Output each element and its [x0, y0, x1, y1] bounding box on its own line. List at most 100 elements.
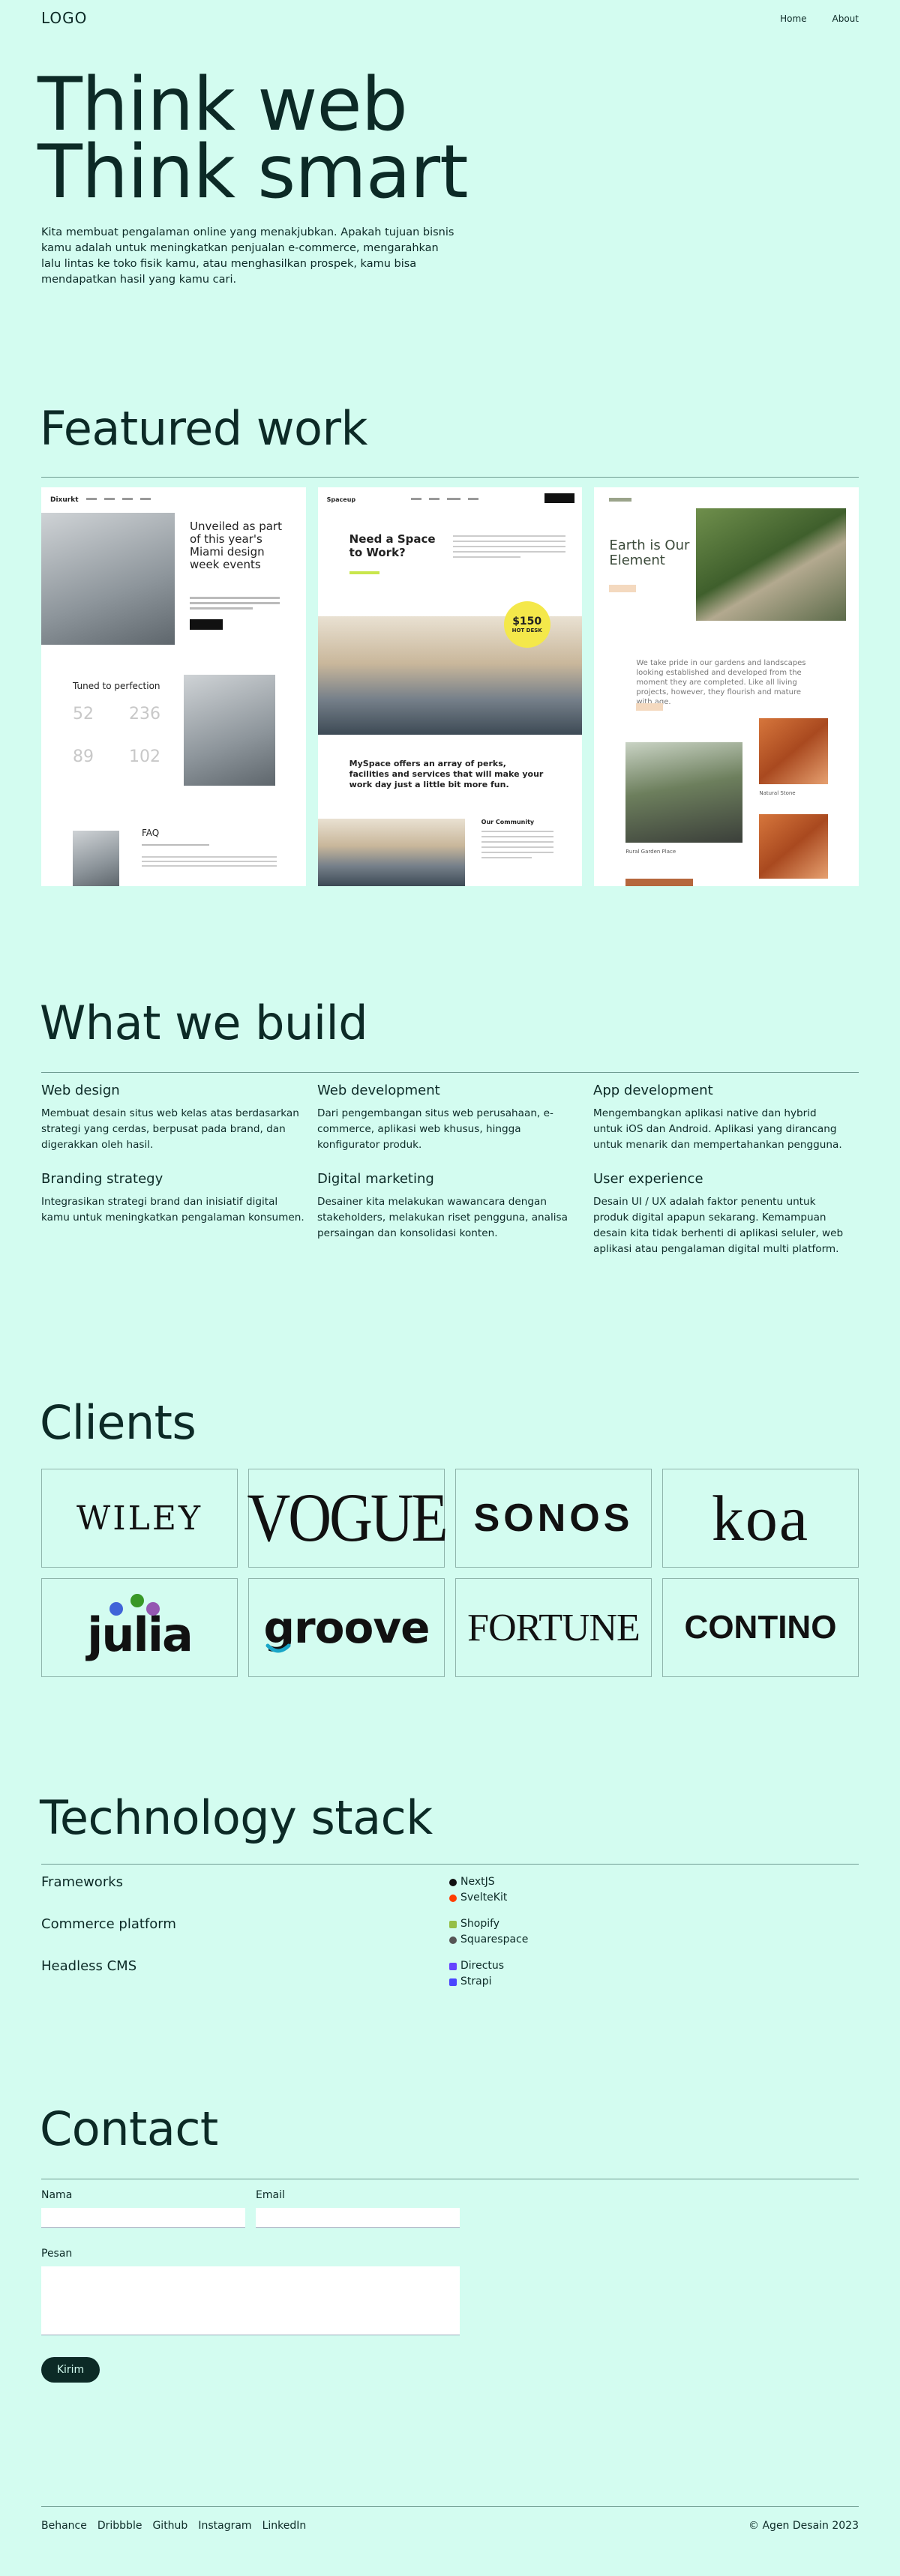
featured-title: Featured work: [40, 401, 368, 456]
tech-row-cms: Headless CMS Directus Strapi: [41, 1958, 859, 2000]
hero-title: Think web Think smart: [38, 68, 469, 209]
nav-home-link[interactable]: Home: [780, 13, 806, 24]
client-logo-koa: koa: [662, 1469, 859, 1568]
project3-intro: We take pride in our gardens and landsca…: [636, 659, 806, 706]
squarespace-icon: [449, 1936, 457, 1944]
project2-badge-price: $150: [512, 616, 542, 628]
service-title: Web design: [41, 1083, 120, 1098]
footer-link-instagram[interactable]: Instagram: [198, 2520, 251, 2532]
project1-cta-button[interactable]: [190, 619, 223, 630]
tech-divider: [41, 1864, 859, 1865]
message-field[interactable]: [41, 2266, 460, 2335]
footer-link-linkedin[interactable]: LinkedIn: [262, 2520, 307, 2532]
client-logo-text: CONTINO: [684, 1609, 837, 1646]
client-logo-text: koa: [711, 1482, 810, 1554]
tech-items: Directus Strapi: [449, 1958, 504, 2000]
project1-faq-lines: [142, 844, 277, 867]
build-divider: [41, 1072, 859, 1073]
tech-title: Technology stack: [40, 1790, 433, 1845]
service-description: Mengembangkan aplikasi native dan hybrid…: [593, 1107, 842, 1151]
project1-subheading: Tuned to perfection: [73, 681, 160, 691]
service-title: Branding strategy: [41, 1171, 164, 1187]
project1-brand: Dixurkt: [50, 496, 79, 504]
tech-category: Commerce platform: [41, 1916, 176, 1932]
project1-nav: [86, 498, 151, 500]
tech-item: Squarespace: [449, 1932, 528, 1948]
service-description: Desainer kita melakukan wawancara dengan…: [317, 1196, 568, 1239]
project1-tower-image: [184, 675, 275, 786]
client-logo-contino: CONTINO: [662, 1578, 859, 1677]
service-description: Integrasikan strategi brand dan inisiati…: [41, 1196, 304, 1224]
project2-community: Our Community: [481, 819, 535, 825]
project2-nav: [410, 498, 478, 500]
julia-dots-icon: [110, 1594, 160, 1616]
project2-book-button[interactable]: [544, 493, 574, 503]
tech-item-label: Directus: [460, 1960, 505, 1972]
service-branding-strategy: Branding strategy Integrasikan strategi …: [41, 1171, 317, 1257]
project1-heading: Unveiled as part of this year's Miami de…: [190, 520, 282, 571]
project-card-coworking[interactable]: Spaceup Need a Space to Work? $150 HOT D…: [317, 487, 583, 886]
service-description: Desain UI / UX adalah faktor penentu unt…: [593, 1196, 844, 1255]
contact-title: Contact: [40, 2101, 218, 2156]
project3-stone-image: [759, 718, 829, 784]
shopify-icon: [449, 1920, 457, 1928]
project3-caption2: Rural Garden Place: [626, 849, 676, 855]
client-logo-vogue: VOGUE: [248, 1469, 448, 1568]
project3-cta-button[interactable]: [609, 585, 637, 592]
main-nav: Home About: [780, 13, 859, 24]
services-grid: Web design Membuat desain situs web kela…: [41, 1083, 859, 1257]
footer-link-dribbble[interactable]: Dribbble: [98, 2520, 142, 2532]
nav-about-link[interactable]: About: [832, 13, 859, 24]
clients-title: Clients: [40, 1395, 196, 1450]
logo[interactable]: LOGO: [41, 9, 87, 27]
project1-faq-image: [73, 831, 119, 886]
footer-social-links: Behance Dribbble Github Instagram Linked…: [41, 2520, 306, 2532]
project-card-architecture[interactable]: Dixurkt Unveiled as part of this year's …: [41, 487, 306, 886]
tech-item-label: Strapi: [460, 1975, 492, 1987]
tech-item-label: NextJS: [460, 1876, 495, 1888]
tech-row-frameworks: Frameworks NextJS SvelteKit: [41, 1874, 859, 1916]
project1-stat: 89: [73, 747, 94, 766]
project2-offer: MySpace offers an array of perks, facili…: [349, 759, 544, 789]
tech-items: Shopify Squarespace: [449, 1916, 528, 1958]
project1-stat: 236: [129, 705, 160, 723]
hero-title-line2: Think smart: [38, 130, 469, 215]
tech-category: Headless CMS: [41, 1958, 137, 1974]
tech-item: Shopify: [449, 1916, 528, 1932]
groove-smile-icon: [266, 1643, 291, 1653]
footer-link-github[interactable]: Github: [152, 2520, 188, 2532]
client-logo-julia: julia: [41, 1578, 238, 1677]
service-web-design: Web design Membuat desain situs web kela…: [41, 1083, 317, 1153]
tech-row-commerce: Commerce platform Shopify Squarespace: [41, 1916, 859, 1958]
name-field[interactable]: [41, 2208, 245, 2228]
tech-items: NextJS SvelteKit: [449, 1874, 507, 1916]
featured-gallery: Dixurkt Unveiled as part of this year's …: [41, 487, 860, 886]
service-web-development: Web development Dari pengembangan situs …: [317, 1083, 593, 1153]
client-logo-fortune: FORTUNE: [455, 1578, 652, 1677]
project1-faq-heading: FAQ: [142, 828, 160, 838]
project2-link-underline[interactable]: [349, 571, 380, 574]
featured-divider: [41, 477, 859, 478]
tech-item-label: Shopify: [460, 1918, 500, 1930]
project3-bottom-image: [626, 879, 694, 886]
project2-meeting-image: [317, 819, 465, 886]
email-label: Email: [256, 2189, 285, 2201]
project3-more-button[interactable]: [636, 703, 664, 711]
service-title: Web development: [317, 1083, 440, 1098]
strapi-icon: [449, 1978, 457, 1986]
project3-heading: Earth is Our Element: [609, 538, 690, 568]
email-field[interactable]: [256, 2208, 460, 2228]
project1-stat: 52: [73, 705, 94, 723]
tech-item-label: SvelteKit: [460, 1892, 508, 1904]
message-label: Pesan: [41, 2248, 73, 2260]
project-card-landscape[interactable]: Earth is Our Element We take pride in ou…: [594, 487, 860, 886]
send-button[interactable]: Kirim: [41, 2357, 100, 2383]
service-description: Dari pengembangan situs web perusahaan, …: [317, 1107, 554, 1151]
project1-body-lines: [190, 597, 280, 612]
tech-category: Frameworks: [41, 1874, 124, 1890]
service-title: App development: [593, 1083, 713, 1098]
service-description: Membuat desain situs web kelas atas berd…: [41, 1107, 299, 1151]
build-title: What we build: [40, 996, 368, 1050]
footer-link-behance[interactable]: Behance: [41, 2520, 87, 2532]
project2-heading: Need a Space to Work?: [349, 532, 436, 559]
